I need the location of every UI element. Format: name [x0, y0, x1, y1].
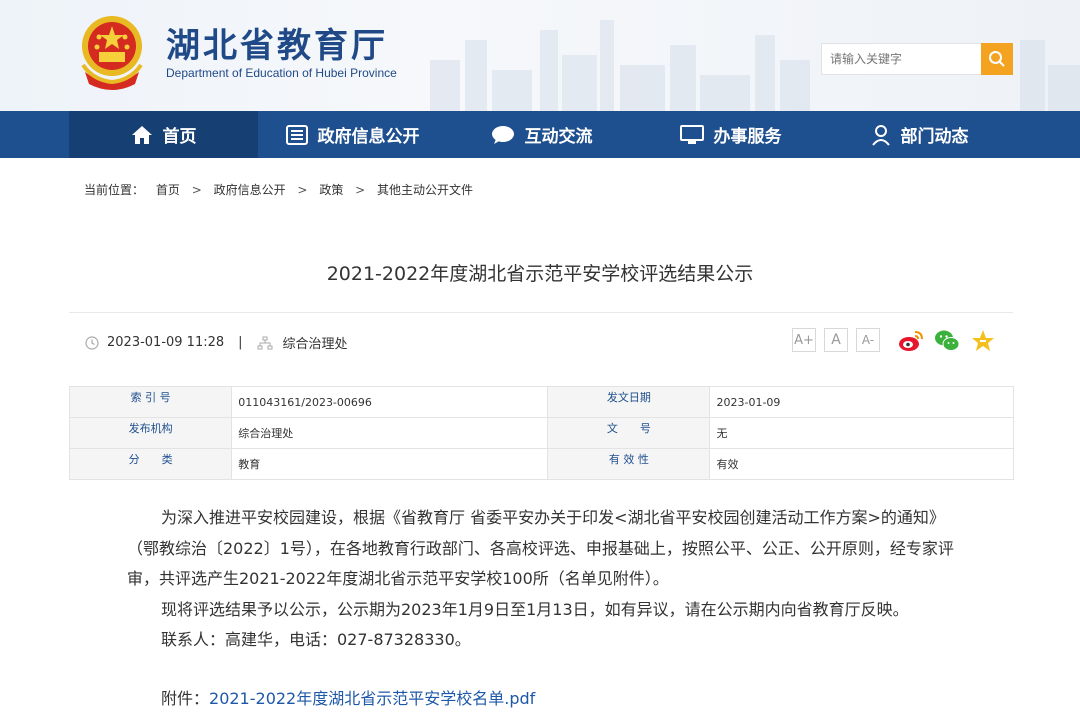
- national-emblem-icon: [81, 16, 143, 90]
- search-icon: [989, 51, 1005, 67]
- table-cell-label: 分 类: [68, 448, 233, 480]
- breadcrumb-link-policy[interactable]: 政策: [319, 183, 343, 197]
- table-cell-value: 有效: [709, 448, 1014, 480]
- share-bar: [898, 328, 1006, 354]
- divider: [69, 312, 1013, 313]
- table-cell-label: 索 引 号: [68, 386, 233, 418]
- table-cell-value: 011043161/2023-00696: [231, 386, 549, 418]
- nav-label: 政府信息公开: [317, 127, 420, 147]
- org-chart-icon: [257, 336, 273, 349]
- table-cell-value: 综合治理处: [231, 417, 549, 449]
- search-button[interactable]: [981, 43, 1013, 75]
- table-cell-value: 教育: [231, 448, 549, 480]
- article-meta: 2023-01-09 11:28 | 综合治理处: [85, 333, 348, 352]
- article-body: 为深入推进平安校园建设，根据《省教育厅 省委平安办关于印发<湖北省平安校园创建活…: [127, 503, 967, 656]
- table-cell-label: 发文日期: [547, 386, 711, 418]
- weibo-share-icon[interactable]: [898, 328, 924, 354]
- attachment-label: 附件：: [161, 689, 210, 708]
- table-cell-label: 有 效 性: [547, 448, 711, 480]
- department-label: 综合治理处: [282, 337, 348, 352]
- meta-separator: |: [238, 335, 243, 350]
- body-paragraph: 为深入推进平安校园建设，根据《省教育厅 省委平安办关于印发<湖北省平安校园创建活…: [127, 508, 954, 588]
- table-cell-value: 无: [709, 417, 1014, 449]
- breadcrumb-link-home[interactable]: 首页: [156, 183, 180, 197]
- attachment-line: 附件：2021-2022年度湖北省示范平安学校名单.pdf: [161, 685, 535, 709]
- monitor-icon: [679, 124, 704, 144]
- table-row: 发布机构 综合治理处 文 号 无: [68, 417, 1014, 449]
- nav-item-home[interactable]: 首页: [69, 111, 258, 158]
- site-header: 湖北省教育厅 Department of Education of Hubei …: [0, 0, 1080, 111]
- nav-item-interaction[interactable]: 互动交流: [447, 111, 636, 158]
- search-input[interactable]: [822, 44, 982, 74]
- breadcrumb-prefix: 当前位置：: [84, 183, 145, 197]
- favorite-star-icon[interactable]: [970, 328, 996, 354]
- table-cell-label: 文 号: [547, 417, 711, 449]
- body-paragraph: 联系人：高建华，电话：027-87328330。: [161, 630, 471, 649]
- nav-item-services[interactable]: 办事服务: [636, 111, 825, 158]
- font-decrease-label: A-: [861, 333, 875, 347]
- clock-icon: [85, 335, 99, 350]
- publish-date: 2023-01-09 11:28: [107, 335, 225, 350]
- nav-label: 办事服务: [713, 127, 782, 147]
- font-decrease-button[interactable]: A-: [856, 328, 880, 352]
- home-icon: [131, 125, 152, 144]
- font-size-controls: A+ A A-: [792, 328, 888, 352]
- nav-label: 首页: [162, 127, 197, 147]
- nav-item-dept-news[interactable]: 部门动态: [825, 111, 1014, 158]
- main-nav: 首页 政府信息公开 互动交流 办事服务 部门动态: [0, 111, 1080, 158]
- font-default-label: A: [831, 332, 841, 348]
- font-increase-button[interactable]: A+: [792, 328, 816, 352]
- table-cell-value: 2023-01-09: [709, 386, 1014, 418]
- table-row: 分 类 教育 有 效 性 有效: [68, 448, 1014, 480]
- breadcrumb: 当前位置： 首页 > 政府信息公开 > 政策 > 其他主动公开文件: [84, 181, 481, 198]
- wechat-share-icon[interactable]: [934, 328, 960, 354]
- breadcrumb-link-gov-info[interactable]: 政府信息公开: [214, 183, 286, 197]
- site-subtitle: Department of Education of Hubei Provinc…: [166, 66, 397, 80]
- breadcrumb-separator: >: [355, 183, 366, 197]
- font-increase-label: A+: [794, 332, 814, 348]
- table-cell-label: 发布机构: [68, 417, 233, 449]
- page-title: 2021-2022年度湖北省示范平安学校评选结果公示: [326, 263, 754, 285]
- attachment-link[interactable]: 2021-2022年度湖北省示范平安学校名单.pdf: [209, 689, 535, 708]
- site-title: 湖北省教育厅: [166, 26, 388, 66]
- search-box: [821, 43, 1013, 75]
- breadcrumb-separator: >: [297, 183, 308, 197]
- breadcrumb-separator: >: [191, 183, 202, 197]
- chat-icon: [491, 125, 514, 144]
- nav-label: 互动交流: [524, 127, 593, 147]
- table-row: 索 引 号 011043161/2023-00696 发文日期 2023-01-…: [68, 386, 1014, 418]
- font-default-button[interactable]: A: [824, 328, 848, 352]
- body-paragraph: 现将评选结果予以公示，公示期为2023年1月9日至1月13日，如有异议，请在公示…: [161, 599, 909, 619]
- breadcrumb-link-other-files[interactable]: 其他主动公开文件: [377, 183, 473, 197]
- document-info-table: 索 引 号 011043161/2023-00696 发文日期 2023-01-…: [68, 386, 1014, 480]
- nav-item-gov-info[interactable]: 政府信息公开: [258, 111, 447, 158]
- person-icon: [871, 124, 890, 146]
- document-list-icon: [285, 124, 308, 145]
- nav-label: 部门动态: [900, 127, 969, 147]
